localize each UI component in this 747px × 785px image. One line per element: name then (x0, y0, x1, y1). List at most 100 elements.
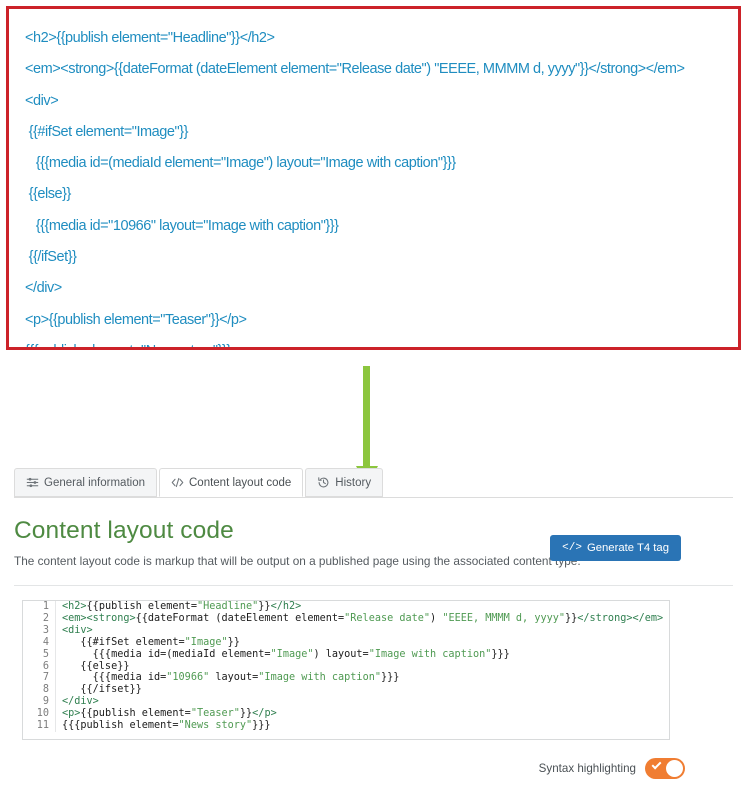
callout-code-line: {{/ifSet}} (25, 249, 77, 266)
code-token-plain: {{else}} (62, 660, 130, 672)
code-line-content: {{{media id=(mediaId element="Image") la… (56, 649, 670, 661)
code-token-str: "News story" (178, 720, 253, 732)
code-token-plain: }} (258, 601, 271, 612)
code-token-plain: }} (239, 708, 253, 720)
code-token-plain: }}} (252, 720, 271, 732)
code-line-content: {{{publish element="News story"}}} (56, 720, 670, 732)
code-line-row: 8 {{/ifset}} (23, 684, 670, 697)
code-token-plain: ) (430, 612, 443, 624)
callout-code-line: {{{publish element="News story"}}} (25, 336, 722, 347)
code-editor-body: 1 <h2>{{publish element="Headline"}}</h2>… (23, 601, 669, 732)
code-token-tag: </p> (252, 708, 277, 720)
code-token-plain: {{publish element= (86, 601, 197, 612)
code-line-content: {{/ifset}} (56, 684, 670, 696)
code-token-str: "Headline" (196, 601, 259, 612)
callout-code-line: <h2>{{publish element="Headline"}}</h2> (25, 30, 275, 46)
code-token-tag: <h2> (62, 601, 87, 612)
generate-t4-tag-button[interactable]: </> Generate T4 tag (550, 535, 681, 561)
code-token-plain: }}} (491, 648, 510, 660)
code-line-row: 5 {{{media id=(mediaId element="Image") … (23, 648, 670, 661)
code-token-plain: }} (227, 636, 240, 648)
code-line-content: <h2>{{publish element="Headline"}}</h2> (56, 601, 670, 613)
code-line-content: </div> (56, 696, 670, 708)
code-token-tag: </h2> (270, 601, 302, 612)
line-number: 5 (23, 648, 56, 661)
code-token-plain: {{{media id=(mediaId element= (62, 648, 271, 660)
tab-bar: General information Content layout code (14, 468, 733, 498)
line-number: 6 (23, 660, 56, 673)
code-line-row: 9 </div> (23, 696, 670, 709)
code-line-row: 10 <p>{{publish element="Teaser"}}</p> (23, 708, 670, 721)
code-token-plain: {{{media id= (62, 672, 167, 684)
callout-code-line: {{#ifSet element="Image"}} (25, 123, 189, 140)
code-line-content: {{#ifSet element="Image"}} (56, 637, 670, 649)
history-icon (317, 476, 330, 489)
code-line-content: <p>{{publish element="Teaser"}}</p> (56, 708, 670, 720)
code-token-plain: layout= (209, 672, 259, 684)
callout-code-line: </div> (25, 280, 62, 297)
code-icon (171, 476, 184, 489)
code-token-str: "Release date" (344, 612, 431, 624)
sliders-icon (26, 476, 39, 489)
line-number: 9 (23, 696, 56, 709)
code-token-plain: {{{publish element= (62, 720, 179, 732)
line-number: 2 (23, 612, 56, 625)
syntax-highlighting-label: Syntax highlighting (538, 762, 636, 775)
callout-code-line: <em><strong>{{dateFormat (dateElement el… (25, 61, 685, 78)
toggle-knob (666, 760, 683, 777)
code-line-row: 7 {{{media id="10966" layout="Image with… (23, 672, 670, 685)
code-icon: </> (562, 541, 582, 554)
code-token-plain: }} (564, 612, 578, 624)
page-root: <h2>{{publish element="Headline"}}</h2> <… (0, 0, 747, 785)
code-token-tag: <div> (62, 624, 93, 636)
code-token-tag: <em><strong> (62, 612, 136, 624)
tab-label: General information (44, 476, 145, 489)
tab-history[interactable]: History (305, 468, 384, 497)
code-token-str: "Teaser" (190, 708, 240, 720)
section-header: Content layout code The content layout c… (14, 516, 733, 569)
callout-code-line: {{else}} (25, 186, 72, 203)
line-number: 1 (23, 601, 56, 613)
code-token-tag: </div> (62, 696, 99, 708)
line-number: 7 (23, 672, 56, 685)
code-line-content: <div> (56, 625, 670, 637)
section-divider (14, 585, 733, 586)
code-line-row: 4 {{#ifSet element="Image"}} (23, 636, 670, 649)
code-token-plain: }}} (380, 672, 400, 684)
callout-code-line: <p>{{publish element="Teaser"}}</p> (25, 311, 247, 328)
line-number: 11 (23, 720, 56, 732)
code-editor-table: 1 <h2>{{publish element="Headline"}}</h2>… (23, 601, 669, 732)
tab-label: History (335, 476, 372, 489)
code-token-str: "Image" (270, 648, 314, 660)
tab-label: Content layout code (189, 476, 292, 489)
callout-code-line: {{{media id=(mediaId element="Image") la… (25, 155, 456, 172)
code-token-tag: <p> (62, 708, 81, 720)
code-token-str: "10966" (166, 672, 210, 684)
code-token-str: "Image" (184, 636, 228, 648)
syntax-highlighting-toggle[interactable] (645, 758, 685, 779)
code-line-content: <em><strong>{{dateFormat (dateElement el… (56, 613, 670, 625)
code-token-plain: {{#ifSet element= (62, 636, 185, 648)
code-token-str: "EEEE, MMMM d, yyyy" (442, 612, 565, 624)
code-token-plain: {{publish element= (80, 708, 191, 720)
code-line-row: 1 <h2>{{publish element="Headline"}}</h2> (23, 601, 669, 613)
code-token-str: "Image with caption" (258, 672, 381, 684)
code-line-row: 11 {{{publish element="News story"}}} (23, 720, 669, 732)
code-token-str: "Image with caption" (368, 648, 492, 660)
code-line-content: {{else}} (56, 661, 670, 673)
code-line-row: 3 <div> (23, 624, 670, 637)
line-number: 10 (23, 708, 56, 721)
code-editor-panel[interactable]: 1 <h2>{{publish element="Headline"}}</h2>… (22, 600, 670, 740)
code-line-content: {{{media id="10966" layout="Image with c… (56, 672, 670, 684)
tab-general-information[interactable]: General information (14, 468, 157, 497)
check-icon (651, 759, 662, 770)
highlighted-code-callout: <h2>{{publish element="Headline"}}</h2> <… (6, 6, 741, 350)
generate-t4-tag-label: Generate T4 tag (586, 542, 669, 554)
callout-code-lines: <h2>{{publish element="Headline"}}</h2> <… (25, 23, 722, 347)
line-number: 3 (23, 624, 56, 637)
line-number: 4 (23, 636, 56, 649)
code-token-plain: ) layout= (313, 648, 369, 660)
tab-content-layout-code[interactable]: Content layout code (159, 468, 304, 497)
callout-code-line: <div> (25, 92, 59, 109)
code-token-plain: {{dateFormat (dateElement element= (135, 612, 345, 624)
